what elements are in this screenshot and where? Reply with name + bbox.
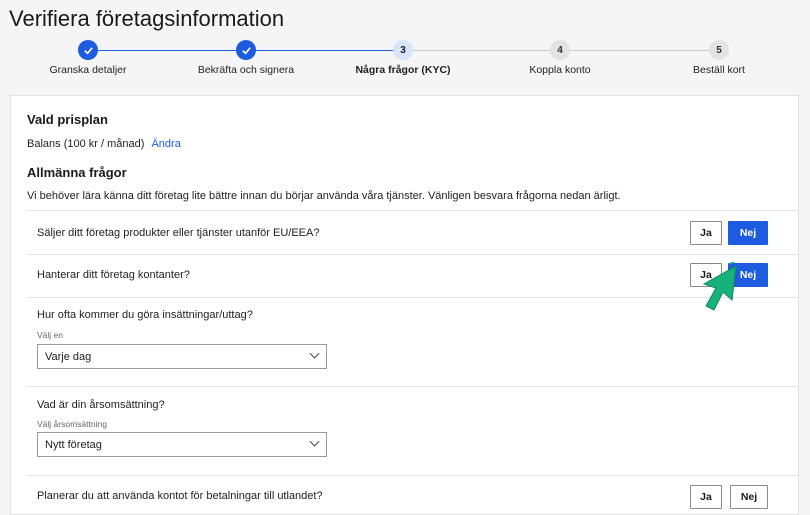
- revenue-select[interactable]: Nytt företag: [37, 432, 327, 457]
- step-bekrafta-och-signera[interactable]: Bekräfta och signera: [156, 40, 336, 76]
- plan-heading: Vald prisplan: [27, 112, 108, 127]
- divider: [27, 386, 798, 387]
- step-label: Koppla konto: [529, 64, 591, 76]
- change-plan-link[interactable]: Ändra: [151, 138, 180, 150]
- question-label: Hur ofta kommer du göra insättningar/utt…: [37, 309, 253, 321]
- general-intro: Vi behöver lära känna ditt företag lite …: [27, 190, 621, 202]
- select-value: Nytt företag: [45, 438, 102, 451]
- divider: [27, 210, 798, 211]
- step-done-circle: [78, 40, 98, 60]
- step-number: 4: [550, 40, 570, 60]
- pointer-cursor-icon: [702, 262, 737, 311]
- step-number: 3: [393, 40, 413, 60]
- question-label: Hanterar ditt företag kontanter?: [37, 269, 190, 281]
- plan-value-row: Balans (100 kr / månad) Ändra: [27, 138, 181, 150]
- select-label: Välj årsomsättning: [37, 419, 107, 429]
- check-icon: [83, 46, 93, 54]
- step-label: Några frågor (KYC): [355, 64, 451, 76]
- q5-no-button[interactable]: Nej: [730, 485, 768, 509]
- frequency-select[interactable]: Varje dag: [37, 344, 327, 369]
- check-icon: [241, 46, 251, 54]
- kyc-form-card: Vald prisplan Balans (100 kr / månad) Än…: [10, 95, 799, 515]
- q5-yes-button[interactable]: Ja: [690, 485, 722, 509]
- step-koppla-konto[interactable]: 4 Koppla konto: [470, 40, 650, 76]
- select-value: Varje dag: [45, 350, 92, 363]
- q1-yes-button[interactable]: Ja: [690, 221, 722, 245]
- step-done-circle: [236, 40, 256, 60]
- chevron-down-icon: [309, 440, 320, 447]
- q1-no-button[interactable]: Nej: [728, 221, 768, 245]
- step-label: Granska detaljer: [49, 64, 127, 76]
- progress-stepper: Granska detaljer Bekräfta och signera 3 …: [0, 38, 810, 78]
- select-label: Välj en: [37, 330, 63, 340]
- chevron-down-icon: [309, 352, 320, 359]
- step-nagra-fragor[interactable]: 3 Några frågor (KYC): [313, 40, 493, 76]
- divider: [27, 254, 798, 255]
- general-heading: Allmänna frågor: [27, 165, 127, 180]
- step-bestall-kort[interactable]: 5 Beställ kort: [629, 40, 809, 76]
- page-title: Verifiera företagsinformation: [9, 6, 285, 31]
- step-number: 5: [709, 40, 729, 60]
- step-label: Beställ kort: [693, 64, 745, 76]
- divider: [27, 297, 798, 298]
- plan-value: Balans (100 kr / månad): [27, 138, 145, 150]
- divider: [27, 475, 798, 476]
- question-label: Säljer ditt företag produkter eller tjän…: [37, 227, 320, 239]
- step-label: Bekräfta och signera: [197, 64, 295, 76]
- question-label: Planerar du att använda kontot för betal…: [37, 490, 323, 502]
- step-granska-detaljer[interactable]: Granska detaljer: [0, 40, 178, 76]
- question-label: Vad är din årsomsättning?: [37, 399, 165, 411]
